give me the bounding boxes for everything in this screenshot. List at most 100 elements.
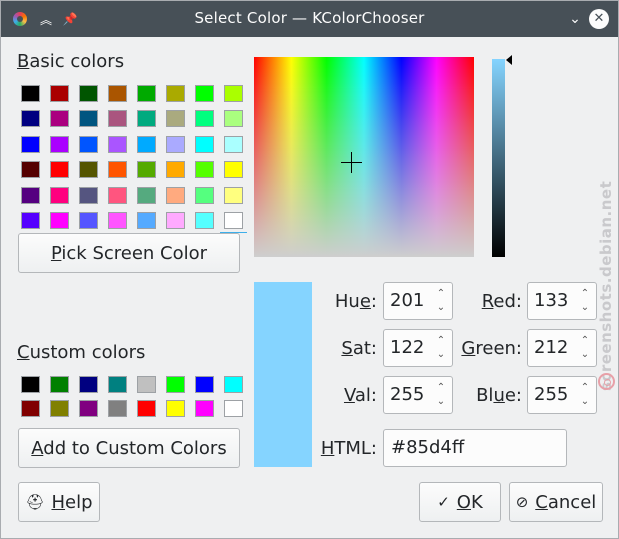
color-swatch[interactable] [224, 161, 243, 179]
spin-arrows-icon[interactable]: ⌃ ⌄ [434, 381, 448, 409]
color-swatch[interactable] [50, 376, 69, 393]
spin-arrows-icon[interactable]: ⌃ ⌄ [578, 381, 592, 409]
value-slider-marker-icon[interactable] [506, 55, 512, 65]
color-swatch[interactable] [224, 186, 243, 204]
crosshair-icon [341, 152, 362, 173]
window-title: Select Color — KColorChooser [194, 9, 425, 27]
sat-label: Sat: [341, 338, 377, 359]
color-swatch[interactable] [50, 85, 69, 102]
color-swatch[interactable] [108, 135, 127, 153]
color-swatch[interactable] [137, 186, 156, 204]
hue-label: Hue: [334, 291, 377, 312]
val-spinbox[interactable]: 255 ⌃ ⌄ [383, 376, 453, 414]
hue-saturation-picker[interactable] [254, 57, 474, 257]
hue-spinbox[interactable]: 201 ⌃ ⌄ [383, 282, 453, 320]
color-swatch[interactable] [79, 376, 98, 393]
checkmark-icon: ✓ [437, 493, 450, 511]
color-swatch[interactable] [166, 161, 185, 179]
blue-spinbox[interactable]: 255 ⌃ ⌄ [527, 376, 597, 414]
color-swatch[interactable] [166, 400, 185, 417]
red-spinbox[interactable]: 133 ⌃ ⌄ [527, 282, 597, 320]
color-swatch[interactable] [108, 400, 127, 417]
minimize-icon[interactable]: ⌄ [566, 10, 584, 28]
color-swatch[interactable] [79, 400, 98, 417]
color-swatch[interactable] [224, 376, 243, 393]
color-swatch[interactable] [108, 110, 127, 128]
color-swatch[interactable] [166, 110, 185, 128]
lifebuoy-icon: ⛑ [25, 493, 45, 511]
cancel-icon: ⊘ [515, 493, 529, 511]
color-swatch[interactable] [137, 212, 156, 229]
color-swatch[interactable] [108, 85, 127, 102]
color-swatch[interactable] [137, 376, 156, 393]
color-swatch[interactable] [21, 212, 40, 229]
color-swatch[interactable] [79, 161, 98, 179]
green-spinbox[interactable]: 212 ⌃ ⌄ [527, 329, 597, 367]
watermark-text: screenshots.debian.net [597, 180, 615, 391]
color-swatch[interactable] [220, 212, 247, 233]
color-swatch[interactable] [79, 135, 98, 153]
color-swatch[interactable] [224, 85, 243, 102]
color-swatch[interactable] [79, 212, 98, 229]
color-swatch[interactable] [137, 135, 156, 153]
color-swatch[interactable] [108, 376, 127, 393]
ok-button[interactable]: ✓ OK [419, 482, 501, 522]
color-swatch[interactable] [137, 85, 156, 102]
html-color-input[interactable]: #85d4ff [383, 429, 567, 467]
color-swatch[interactable] [79, 110, 98, 128]
spin-arrows-icon[interactable]: ⌃ ⌄ [434, 334, 448, 362]
custom-colors-label: Custom colors [17, 342, 146, 363]
color-swatch[interactable] [108, 186, 127, 204]
color-swatch[interactable] [79, 85, 98, 102]
spin-arrows-icon[interactable]: ⌃ ⌄ [434, 287, 448, 315]
color-swatch[interactable] [195, 400, 214, 417]
color-swatch[interactable] [50, 186, 69, 204]
color-swatch[interactable] [224, 110, 243, 128]
color-swatch[interactable] [166, 186, 185, 204]
color-swatch[interactable] [21, 186, 40, 204]
color-swatch[interactable] [195, 85, 214, 102]
color-swatch[interactable] [21, 135, 40, 153]
color-swatch[interactable] [137, 161, 156, 179]
add-to-custom-colors-button[interactable]: Add to Custom Colors [18, 428, 240, 468]
color-swatch[interactable] [224, 400, 243, 417]
pick-screen-color-button[interactable]: Pick Screen Color [18, 233, 240, 273]
spin-arrows-icon[interactable]: ⌃ ⌄ [578, 334, 592, 362]
color-swatch[interactable] [21, 85, 40, 102]
color-swatch[interactable] [195, 161, 214, 179]
help-button[interactable]: ⛑ Help [18, 482, 100, 522]
color-swatch[interactable] [195, 186, 214, 204]
color-swatch[interactable] [195, 135, 214, 153]
color-swatch[interactable] [166, 85, 185, 102]
color-swatch[interactable] [166, 212, 185, 229]
color-swatch[interactable] [50, 135, 69, 153]
color-swatch[interactable] [50, 400, 69, 417]
color-swatch[interactable] [166, 376, 185, 393]
color-swatch[interactable] [108, 161, 127, 179]
color-swatch[interactable] [21, 400, 40, 417]
spin-arrows-icon[interactable]: ⌃ ⌄ [578, 287, 592, 315]
sat-spinbox[interactable]: 122 ⌃ ⌄ [383, 329, 453, 367]
color-swatch[interactable] [224, 135, 243, 153]
color-swatch[interactable] [108, 212, 127, 229]
color-swatch[interactable] [50, 161, 69, 179]
green-value: 212 [534, 337, 569, 358]
color-swatch[interactable] [21, 376, 40, 393]
color-swatch[interactable] [137, 110, 156, 128]
color-swatch[interactable] [50, 110, 69, 128]
color-swatch[interactable] [21, 110, 40, 128]
color-dialog: ︽ 📌 Select Color — KColorChooser ⌄ ✕ Bas… [0, 0, 619, 539]
color-swatch[interactable] [195, 110, 214, 128]
color-swatch[interactable] [79, 186, 98, 204]
color-swatch[interactable] [21, 161, 40, 179]
color-swatch[interactable] [137, 400, 156, 417]
color-swatch[interactable] [195, 376, 214, 393]
blue-label: Blue: [476, 385, 522, 406]
cancel-button[interactable]: ⊘ Cancel [509, 482, 603, 522]
close-icon[interactable]: ✕ [589, 9, 609, 29]
value-slider[interactable] [492, 59, 505, 257]
color-swatch[interactable] [166, 135, 185, 153]
red-value: 133 [534, 290, 569, 311]
color-swatch[interactable] [50, 212, 69, 229]
color-swatch[interactable] [195, 212, 214, 229]
